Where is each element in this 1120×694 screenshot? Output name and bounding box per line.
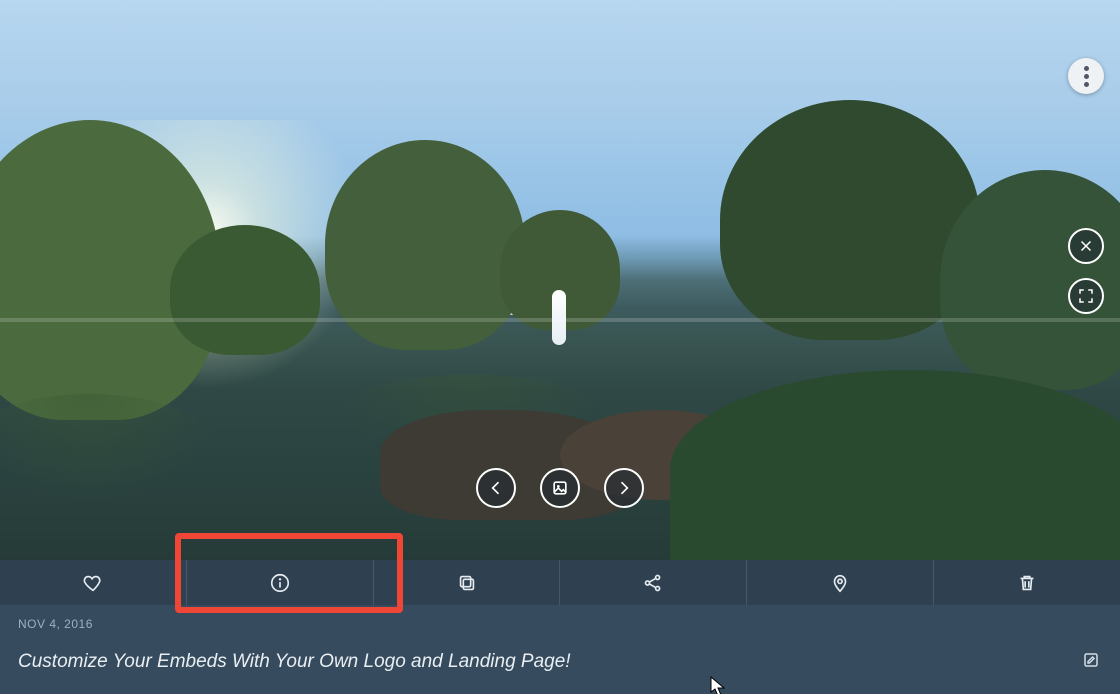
previous-image-button[interactable] — [476, 468, 516, 508]
close-button[interactable] — [1068, 228, 1104, 264]
bush — [670, 370, 1120, 560]
mouse-cursor — [710, 676, 726, 694]
location-button[interactable] — [746, 560, 933, 605]
heart-icon — [82, 572, 104, 594]
copy-button[interactable] — [373, 560, 560, 605]
delete-button[interactable] — [933, 560, 1120, 605]
water-line — [0, 318, 1120, 322]
gallery-icon — [550, 478, 570, 498]
trash-icon — [1016, 572, 1038, 594]
share-button[interactable] — [559, 560, 746, 605]
share-icon — [642, 572, 664, 594]
chevron-left-icon — [486, 478, 506, 498]
fullscreen-button[interactable] — [1068, 278, 1104, 314]
image-nav — [476, 468, 644, 508]
info-button[interactable] — [186, 560, 373, 605]
fullscreen-icon — [1077, 287, 1095, 305]
next-image-button[interactable] — [604, 468, 644, 508]
photo-date: NOV 4, 2016 — [18, 617, 93, 631]
info-icon — [269, 572, 291, 594]
tree — [170, 225, 320, 355]
photo-caption: Customize Your Embeds With Your Own Logo… — [18, 651, 571, 673]
footer: NOV 4, 2016 Customize Your Embeds With Y… — [0, 605, 1120, 694]
more-options-button[interactable] — [1068, 58, 1104, 94]
close-icon — [1077, 237, 1095, 255]
action-toolbar — [0, 560, 1120, 605]
chevron-right-icon — [614, 478, 634, 498]
kebab-icon — [1084, 66, 1089, 87]
favorite-button[interactable] — [0, 560, 186, 605]
edit-icon — [1082, 651, 1100, 669]
thumbnail-view-button[interactable] — [540, 468, 580, 508]
pin-icon — [829, 572, 851, 594]
copy-icon — [456, 572, 478, 594]
edit-caption-button[interactable] — [1082, 651, 1100, 674]
